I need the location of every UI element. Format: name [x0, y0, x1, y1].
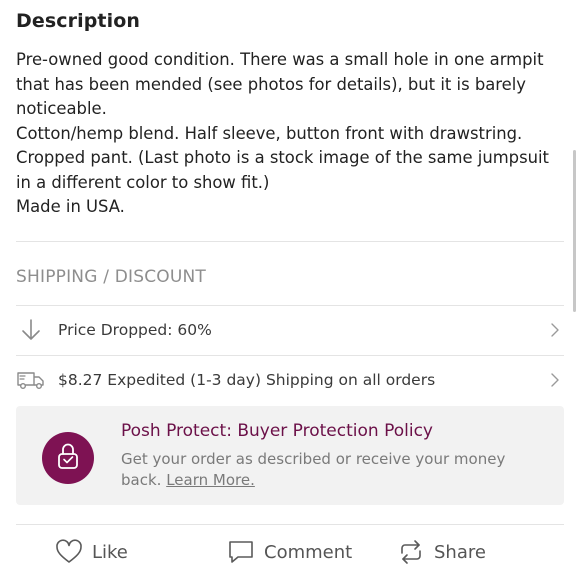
truck-icon	[16, 368, 46, 392]
arrow-down-icon	[16, 318, 46, 342]
shipping-row[interactable]: $8.27 Expedited (1-3 day) Shipping on al…	[16, 356, 564, 404]
price-dropped-label: Price Dropped: 60%	[58, 321, 212, 339]
posh-protect-title: Posh Protect: Buyer Protection Policy	[121, 421, 433, 441]
comment-button[interactable]: Comment	[226, 530, 352, 574]
share-icon	[396, 537, 426, 567]
share-button[interactable]: Share	[396, 530, 486, 574]
chevron-right-icon	[548, 320, 562, 340]
scrollbar[interactable]	[573, 150, 576, 312]
shipping-section-heading: SHIPPING / DISCOUNT	[16, 267, 207, 287]
heart-icon	[54, 537, 84, 567]
posh-protect-banner[interactable]: Posh Protect: Buyer Protection Policy Ge…	[16, 406, 564, 505]
description-body: Pre-owned good condition. There was a sm…	[16, 48, 566, 220]
description-paragraph: Pre-owned good condition. There was a sm…	[16, 50, 544, 118]
lock-icon	[55, 441, 81, 475]
chevron-right-icon	[548, 370, 562, 390]
shipping-label: $8.27 Expedited (1-3 day) Shipping on al…	[58, 371, 436, 389]
description-paragraph: Cotton/hemp blend. Half sleeve, button f…	[16, 123, 549, 192]
description-title: Description	[16, 10, 140, 32]
posh-protect-text: Get your order as described or receive y…	[121, 449, 541, 490]
lock-badge	[42, 432, 94, 484]
description-paragraph: Made in USA.	[16, 197, 125, 216]
like-button[interactable]: Like	[54, 530, 128, 574]
learn-more-link[interactable]: Learn More.	[166, 471, 255, 489]
listing-details-page: Description Pre-owned good condition. Th…	[0, 0, 580, 580]
like-label: Like	[92, 541, 128, 563]
divider	[16, 524, 564, 525]
divider	[16, 241, 564, 242]
comment-icon	[226, 537, 256, 567]
action-bar: Like Comment Share	[0, 530, 580, 574]
price-dropped-row[interactable]: Price Dropped: 60%	[16, 306, 564, 354]
share-label: Share	[434, 541, 486, 563]
comment-label: Comment	[264, 541, 353, 563]
